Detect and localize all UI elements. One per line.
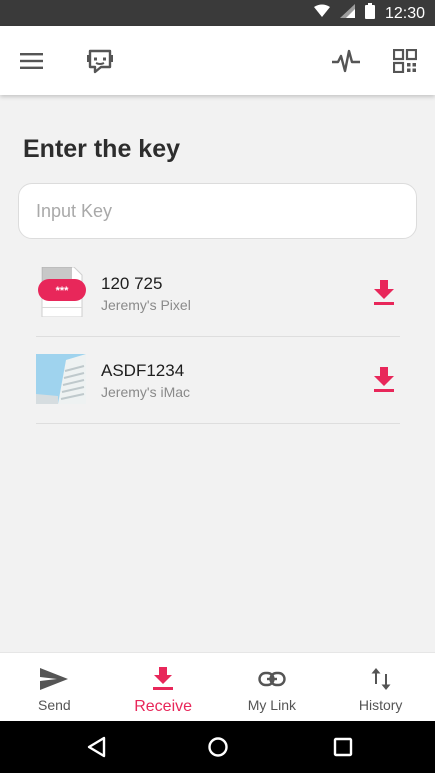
receive-icon <box>149 666 177 692</box>
recents-icon[interactable] <box>329 735 357 759</box>
send-icon <box>40 666 69 692</box>
bottom-nav: Send Receive My Link History <box>0 652 435 722</box>
qr-code-icon[interactable] <box>381 26 429 95</box>
page-title: Enter the key <box>23 135 181 163</box>
back-icon[interactable] <box>82 735 110 759</box>
file-device: Jeremy's Pixel <box>101 297 191 313</box>
file-name: ASDF1234 <box>101 361 185 380</box>
menu-icon[interactable] <box>8 26 56 95</box>
status-time: 12:30 <box>384 4 425 22</box>
signal-icon <box>339 4 355 23</box>
pulse-icon[interactable] <box>322 26 370 95</box>
tab-label: History <box>358 697 403 713</box>
tab-receive[interactable]: Receive <box>109 653 218 722</box>
file-name: 120 725 <box>101 274 163 293</box>
link-icon <box>258 666 286 692</box>
password-file-icon: *** <box>36 266 86 318</box>
download-icon[interactable] <box>372 367 396 393</box>
download-icon[interactable] <box>372 280 396 306</box>
app-bar <box>0 26 435 95</box>
home-icon[interactable] <box>204 735 232 759</box>
list-item[interactable]: *** 120 725 Jeremy's Pixel <box>36 250 400 337</box>
building-photo <box>36 354 86 404</box>
tab-send[interactable]: Send <box>0 653 109 722</box>
chat-icon[interactable] <box>76 26 124 95</box>
status-icons: 12:30 <box>313 3 425 24</box>
list-item[interactable]: ASDF1234 Jeremy's iMac <box>36 337 400 424</box>
file-list: *** 120 725 Jeremy's Pixel ASDF1234 Jere… <box>36 250 400 424</box>
tab-label: Receive <box>134 698 193 715</box>
file-device: Jeremy's iMac <box>101 384 191 400</box>
svg-text:***: *** <box>56 285 70 297</box>
history-icon <box>367 666 395 692</box>
receive-screen: Enter the key *** 120 725 Jeremy's Pixel <box>0 95 435 652</box>
wifi-icon <box>313 4 330 23</box>
tab-label: Send <box>38 697 71 713</box>
tab-label: My Link <box>247 697 296 713</box>
status-bar: 12:30 <box>0 0 435 26</box>
tab-my-link[interactable]: My Link <box>218 653 327 722</box>
battery-icon <box>364 3 375 24</box>
system-nav-bar <box>0 721 435 773</box>
key-input[interactable] <box>18 183 417 239</box>
tab-history[interactable]: History <box>326 653 435 722</box>
